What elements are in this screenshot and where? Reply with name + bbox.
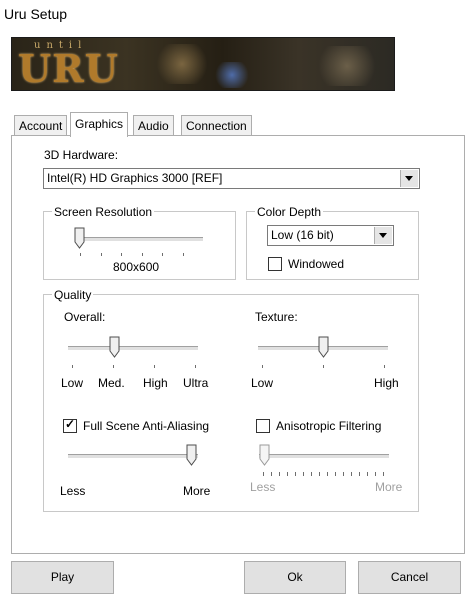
quality-group <box>43 294 419 512</box>
slider-tick <box>195 365 196 368</box>
banner-logo: URU <box>18 46 119 91</box>
window-title: Uru Setup <box>4 6 68 22</box>
resolution-slider-track <box>79 237 203 242</box>
texture-slider-thumb[interactable] <box>318 336 330 358</box>
antialias-slider-thumb[interactable] <box>186 444 198 466</box>
slider-tick <box>101 253 102 256</box>
cancel-button[interactable]: Cancel <box>358 561 461 594</box>
checkmark-icon: ✓ <box>65 417 76 431</box>
overall-label: Overall: <box>64 310 106 324</box>
anisotropic-more: More <box>375 480 403 494</box>
overall-slider-track <box>68 346 198 351</box>
anisotropic-label: Anisotropic Filtering <box>276 419 382 433</box>
anisotropic-slider-thumb[interactable] <box>259 444 271 466</box>
anisotropic-slider-ticks <box>263 472 388 476</box>
slider-tick <box>154 365 155 368</box>
tab-account[interactable]: Account <box>14 115 68 136</box>
antialias-label: Full Scene Anti-Aliasing <box>83 419 210 433</box>
banner-glow <box>152 44 212 84</box>
resolution-value: 800x600 <box>113 260 160 274</box>
banner-glow <box>212 62 252 88</box>
anisotropic-slider-track <box>259 454 389 459</box>
overall-tick-med: Med. <box>98 376 125 390</box>
anisotropic-less: Less <box>250 480 276 494</box>
color-depth-select[interactable]: Low (16 bit) <box>267 225 394 246</box>
slider-tick <box>262 365 263 368</box>
antialias-checkbox[interactable]: ✓ <box>63 417 77 433</box>
slider-tick <box>113 365 114 368</box>
texture-tick-low: Low <box>251 376 274 390</box>
uru-banner-image: until URU <box>11 37 395 91</box>
slider-tick <box>323 365 324 368</box>
slider-tick <box>162 253 163 256</box>
tab-graphics[interactable]: Graphics <box>70 112 129 137</box>
tab-connection[interactable]: Connection <box>181 115 252 136</box>
overall-tick-low: Low <box>61 376 84 390</box>
hardware-label: 3D Hardware: <box>44 148 119 162</box>
slider-tick <box>72 365 73 368</box>
quality-legend: Quality <box>52 288 94 302</box>
texture-label: Texture: <box>255 310 298 324</box>
windowed-label: Windowed <box>288 257 345 271</box>
color-depth-select-value: Low (16 bit) <box>271 228 334 242</box>
slider-tick <box>121 253 122 256</box>
color-depth-legend: Color Depth <box>255 205 324 219</box>
slider-tick <box>183 253 184 256</box>
antialias-more: More <box>183 484 211 498</box>
antialias-less: Less <box>60 484 86 498</box>
antialias-slider-track <box>68 454 198 459</box>
texture-tick-high: High <box>374 376 399 390</box>
chevron-down-icon[interactable] <box>374 227 392 244</box>
windowed-checkbox[interactable] <box>268 257 282 271</box>
slider-tick <box>80 253 81 256</box>
tab-audio[interactable]: Audio <box>133 115 174 136</box>
banner-glow <box>312 46 382 86</box>
screen-resolution-legend: Screen Resolution <box>52 205 155 219</box>
slider-tick <box>384 365 385 368</box>
hardware-select-value: Intel(R) HD Graphics 3000 [REF] <box>47 171 223 185</box>
chevron-down-icon[interactable] <box>400 170 418 187</box>
play-button[interactable]: Play <box>11 561 114 594</box>
ok-button[interactable]: Ok <box>244 561 346 594</box>
anisotropic-checkbox[interactable] <box>256 419 270 433</box>
slider-tick <box>142 253 143 256</box>
overall-tick-high: High <box>143 376 168 390</box>
overall-slider-thumb[interactable] <box>109 336 121 358</box>
hardware-select[interactable]: Intel(R) HD Graphics 3000 [REF] <box>43 168 420 189</box>
resolution-slider-thumb[interactable] <box>74 227 86 249</box>
overall-tick-ultra: Ultra <box>183 376 209 390</box>
